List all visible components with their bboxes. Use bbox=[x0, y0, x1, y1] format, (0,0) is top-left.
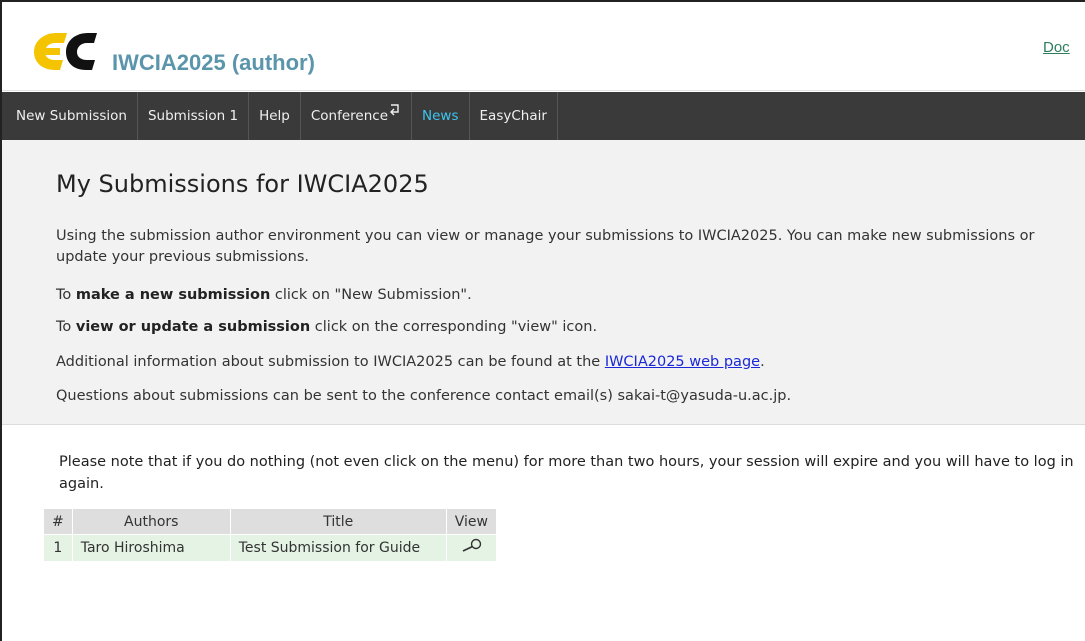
col-header-number: # bbox=[43, 508, 73, 535]
view-cell[interactable] bbox=[445, 534, 497, 562]
easychair-logo[interactable] bbox=[30, 29, 98, 73]
submission-title: Test Submission for Guide bbox=[229, 534, 447, 562]
menu-easychair-label: EasyChair bbox=[479, 108, 547, 124]
submission-number: 1 bbox=[43, 534, 73, 562]
submission-authors: Taro Hiroshima bbox=[71, 534, 231, 562]
col-header-view: View bbox=[445, 508, 497, 535]
contact-info: Questions about submissions can be sent … bbox=[56, 388, 792, 404]
menu-new-submission-label: New Submission bbox=[16, 108, 127, 124]
menu-conference-label: Conference bbox=[310, 108, 389, 124]
conference-web-page-link[interactable]: IWCIA2025 web page bbox=[605, 354, 760, 370]
additional-info: Additional information about submission … bbox=[56, 352, 1046, 373]
hint-suffix: click on "New Submission". bbox=[270, 287, 472, 303]
menu-help-label: Help bbox=[259, 108, 290, 124]
doc-link[interactable]: Doc bbox=[1043, 39, 1070, 56]
magnifier-icon[interactable] bbox=[458, 538, 484, 554]
col-header-authors: Authors bbox=[71, 508, 231, 535]
col-header-title: Title bbox=[229, 508, 447, 535]
hint-suffix: click on the corresponding "view" icon. bbox=[310, 319, 598, 335]
page-title: My Submissions for IWCIA2025 bbox=[56, 170, 429, 198]
table-row: 1 Taro Hiroshima Test Submission for Gui… bbox=[43, 534, 497, 562]
intro-paragraph: Using the submission author environment … bbox=[56, 228, 1035, 265]
info-prefix: Additional information about submission … bbox=[56, 354, 605, 370]
session-note: Please note that if you do nothing (not … bbox=[59, 454, 1074, 492]
app-title: IWCIA2025 (author) bbox=[112, 50, 315, 75]
view-submission-hint: To view or update a submission click on … bbox=[56, 317, 1046, 338]
menu-news-label: News bbox=[422, 108, 459, 124]
hint-prefix: To bbox=[56, 319, 76, 335]
intro-panel: My Submissions for IWCIA2025 Using the s… bbox=[2, 140, 1085, 425]
table-header-row: # Authors Title View bbox=[43, 508, 497, 535]
menu-new-submission[interactable]: New Submission bbox=[2, 92, 138, 140]
menu-news[interactable]: News bbox=[412, 92, 470, 140]
menu-easychair[interactable]: EasyChair bbox=[470, 92, 558, 140]
menu-submission-1-label: Submission 1 bbox=[147, 108, 239, 124]
hint-bold: view or update a submission bbox=[75, 319, 311, 335]
return-arrow-icon bbox=[390, 104, 399, 116]
menu-submission-1[interactable]: Submission 1 bbox=[138, 92, 250, 140]
submissions-table: # Authors Title View 1 Taro Hiroshima Te… bbox=[43, 508, 497, 562]
hint-prefix: To bbox=[56, 287, 76, 303]
menu-help[interactable]: Help bbox=[249, 92, 301, 140]
menu-conference[interactable]: Conference bbox=[301, 92, 413, 140]
page-frame: IWCIA2025 (author) Doc New Submission Su… bbox=[0, 0, 1085, 641]
main-menu: New Submission Submission 1 Help Confere… bbox=[2, 92, 1085, 140]
info-suffix: . bbox=[760, 354, 765, 370]
hint-bold: make a new submission bbox=[75, 287, 271, 303]
new-submission-hint: To make a new submission click on "New S… bbox=[56, 285, 1046, 306]
header: IWCIA2025 (author) Doc bbox=[2, 2, 1085, 91]
